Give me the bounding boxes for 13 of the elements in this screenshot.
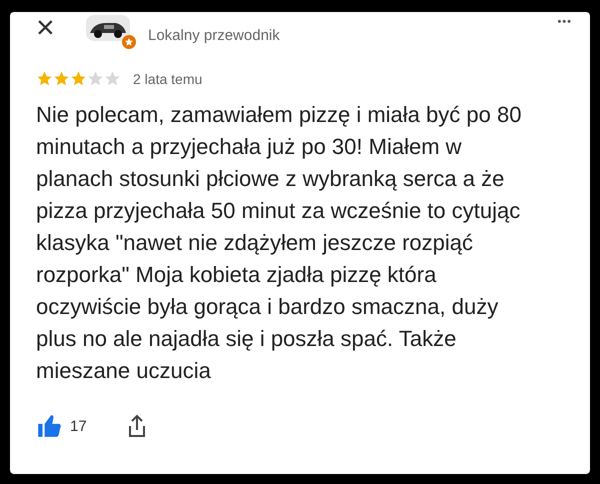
thumbs-up-icon[interactable] bbox=[36, 413, 62, 439]
more-button[interactable]: ••• bbox=[557, 16, 572, 28]
share-icon[interactable] bbox=[126, 414, 147, 438]
star-icon bbox=[104, 70, 121, 87]
star-icon bbox=[53, 70, 70, 87]
star-icon bbox=[70, 70, 87, 87]
star-icon bbox=[36, 70, 53, 87]
review-text: Nie polecam, zamawiałem pizzę i miała być po 80 minutach a przyjechała już po 30! Miałem w planach stosunki płciowe z wybranką serca a że pizza przyjechała 50 minut za wcześnie to cytując klasyka "nawet nie zdążyłem jeszcze rozpiąć rozporka" Moja kobieta zjadła pizzę która oczywiście była gorąca i bardzo smaczna, duży plus no ale najadła się i poszła spać. Także mieszane uczucia bbox=[36, 101, 522, 385]
review-date: 2 lata temu bbox=[133, 70, 202, 86]
close-button[interactable]: × bbox=[36, 12, 76, 43]
user-subtitle: Lokalny przewodnik bbox=[148, 26, 280, 44]
like-count: 17 bbox=[70, 418, 87, 434]
star-icon bbox=[87, 70, 104, 87]
